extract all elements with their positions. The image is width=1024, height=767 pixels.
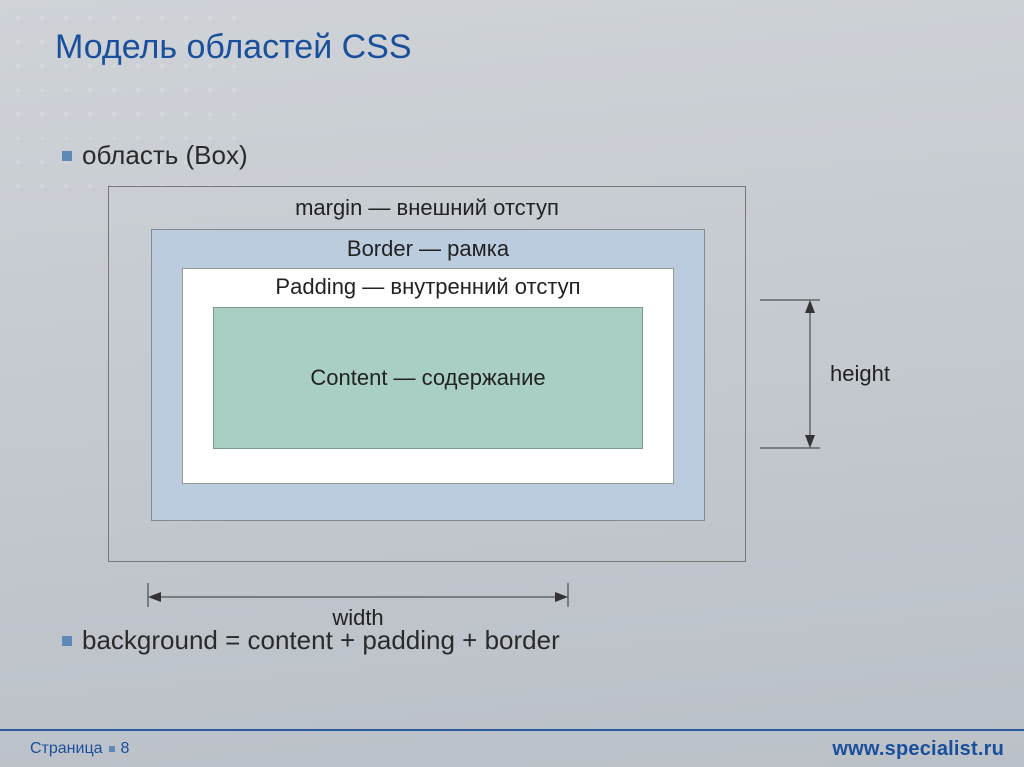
padding-box: Padding — внутренний отступ Content — со… bbox=[182, 268, 674, 484]
padding-label: Padding — внутренний отступ bbox=[183, 274, 673, 300]
content-label: Content — содержание bbox=[214, 365, 642, 391]
footer-site: www.specialist.ru bbox=[832, 738, 1004, 761]
margin-box: margin — внешний отступ Border — рамка P… bbox=[108, 186, 746, 562]
margin-label: margin — внешний отступ bbox=[109, 195, 745, 221]
height-dimension: height bbox=[760, 299, 905, 449]
height-label: height bbox=[830, 361, 890, 387]
border-label: Border — рамка bbox=[152, 236, 704, 262]
slide-footer: Страница 8 www.specialist.ru bbox=[0, 729, 1024, 767]
height-arrow-icon bbox=[760, 299, 830, 449]
slide-title: Модель областей CSS bbox=[55, 28, 412, 67]
bullet-square-icon bbox=[62, 151, 72, 161]
footer-page-number: 8 bbox=[121, 740, 130, 758]
box-model-diagram: margin — внешний отступ Border — рамка P… bbox=[108, 186, 748, 564]
footer-separator-icon bbox=[109, 746, 115, 752]
border-box: Border — рамка Padding — внутренний отст… bbox=[151, 229, 705, 521]
footer-page-word: Страница bbox=[30, 740, 103, 758]
width-arrow-icon bbox=[147, 583, 569, 623]
bullet-background-text: background = content + padding + border bbox=[82, 625, 560, 656]
bullet-square-icon bbox=[62, 636, 72, 646]
footer-page: Страница 8 bbox=[30, 740, 129, 758]
bullet-box-text: область (Box) bbox=[82, 140, 248, 171]
bullet-box: область (Box) bbox=[62, 140, 248, 171]
content-box: Content — содержание bbox=[213, 307, 643, 449]
bullet-background: background = content + padding + border bbox=[62, 625, 560, 656]
